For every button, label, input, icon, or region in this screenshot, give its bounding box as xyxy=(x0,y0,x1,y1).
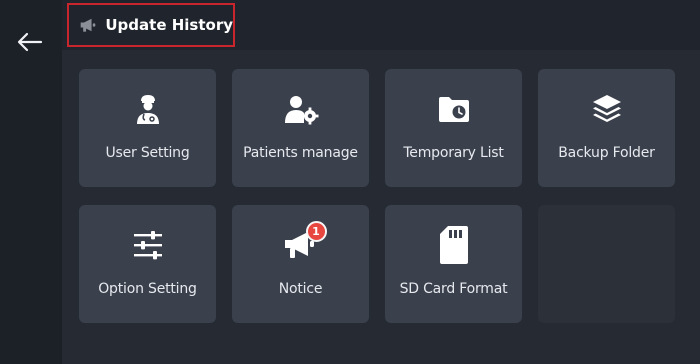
patients-manage-tile[interactable]: Patients manage xyxy=(232,69,369,187)
page-title: Update History xyxy=(105,16,233,34)
tile-label: Patients manage xyxy=(243,145,358,161)
user-gear-icon xyxy=(284,96,318,125)
sd-card-format-tile[interactable]: SD Card Format xyxy=(385,205,522,323)
update-history-button[interactable]: Update History xyxy=(67,3,235,47)
tile-label: Temporary List xyxy=(403,145,504,161)
sliders-icon xyxy=(133,231,162,260)
option-setting-tile[interactable]: Option Setting xyxy=(79,205,216,323)
notice-tile[interactable]: 1 Notice xyxy=(232,205,369,323)
arrow-left-icon xyxy=(17,32,43,52)
tile-label: Backup Folder xyxy=(558,145,655,161)
menu-grid: User Setting Patients manage Temporary L… xyxy=(62,50,700,364)
doctor-user-icon xyxy=(136,95,159,124)
backup-folder-tile[interactable]: Backup Folder xyxy=(538,69,675,187)
left-rail xyxy=(0,0,62,364)
header-bar: Update History xyxy=(62,0,700,50)
temporary-list-tile[interactable]: Temporary List xyxy=(385,69,522,187)
sd-card-icon xyxy=(439,226,468,264)
notification-badge: 1 xyxy=(305,221,327,242)
folder-clock-icon xyxy=(438,97,469,122)
tile-label: User Setting xyxy=(105,145,190,161)
tile-label: Option Setting xyxy=(98,281,197,297)
tile-label: SD Card Format xyxy=(399,281,508,297)
megaphone-icon xyxy=(80,18,96,32)
user-setting-tile[interactable]: User Setting xyxy=(79,69,216,187)
back-button[interactable] xyxy=(14,28,46,56)
tile-label: Notice xyxy=(278,281,323,297)
empty-tile xyxy=(538,205,675,323)
layers-icon xyxy=(592,95,621,122)
